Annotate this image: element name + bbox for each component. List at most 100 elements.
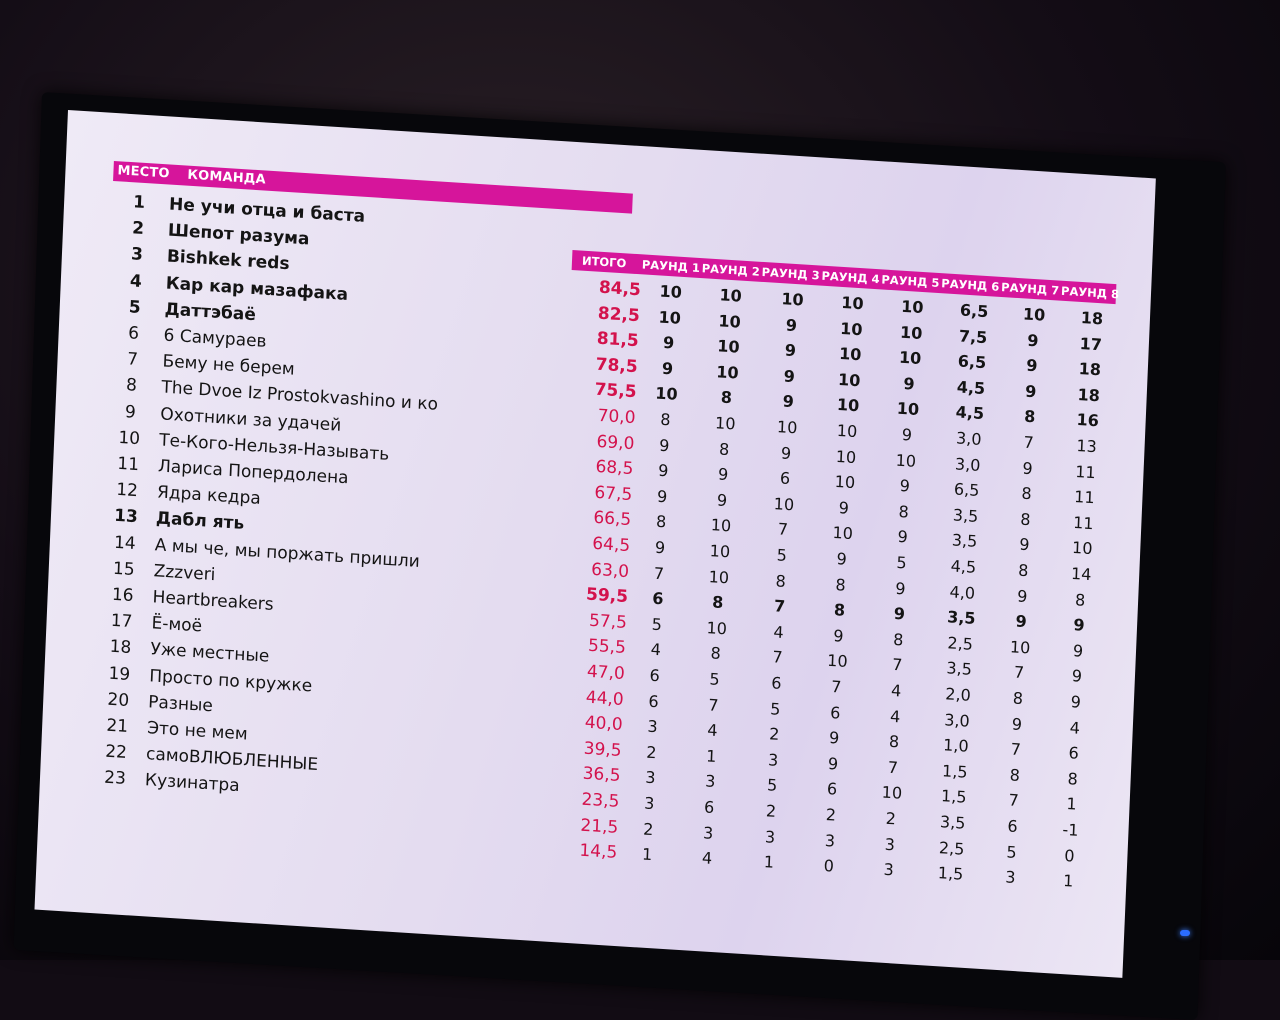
place-number: 19 (108, 663, 131, 685)
round-score: 9 (785, 315, 798, 335)
round-score: 8 (1012, 688, 1024, 709)
round-score: 5 (769, 698, 781, 719)
place-number: 14 (113, 532, 137, 554)
total-score: 23,5 (581, 789, 620, 812)
place-number: 17 (110, 610, 133, 633)
round-score: 7 (1023, 432, 1035, 453)
round-score: 9 (895, 578, 906, 599)
round-score: 6 (703, 797, 715, 817)
total-score: 81,5 (596, 328, 640, 352)
team-name: Zzzveri (153, 561, 216, 585)
team-name: Ядра кедра (156, 482, 262, 510)
round-score: 1,5 (941, 760, 968, 782)
round-score: 10 (836, 420, 858, 442)
round-score: 9 (1011, 714, 1023, 734)
round-score: 10 (1022, 304, 1046, 325)
tv-power-led (1180, 930, 1190, 936)
round-score: 1 (1066, 794, 1078, 815)
team-name: Дабл ять (155, 508, 245, 535)
round-score: 9 (1025, 355, 1038, 376)
place-number: 8 (125, 375, 138, 397)
round-score: 9 (662, 333, 675, 353)
round-score: 6,5 (957, 351, 987, 373)
round-score: 2 (885, 808, 897, 829)
place-number: 9 (124, 401, 137, 423)
round-score: 9 (1024, 381, 1037, 402)
round-score: 1,5 (940, 786, 967, 808)
round-score: 8 (775, 570, 787, 591)
round-score: 8 (1021, 483, 1033, 504)
round-score: 2,5 (938, 837, 965, 859)
round-score: 1 (641, 844, 653, 865)
round-score: 8 (711, 592, 724, 613)
round-score: 7 (891, 655, 903, 675)
round-score: 10 (708, 566, 730, 588)
round-score: 9 (1015, 611, 1028, 632)
round-score: 10 (834, 472, 856, 493)
round-score: 4,0 (949, 581, 976, 603)
round-score: 8 (1009, 765, 1021, 785)
round-score: 4 (706, 720, 718, 741)
round-score: 9 (658, 435, 670, 456)
round-score: 9 (1070, 692, 1082, 712)
round-score: 10 (881, 782, 903, 804)
team-name: Кузинатра (144, 770, 241, 797)
round-score: 8 (710, 643, 722, 664)
round-score: 18 (1080, 308, 1104, 329)
round-score: 3,0 (955, 428, 982, 450)
round-score: 8 (833, 600, 846, 620)
round-score: 2 (768, 724, 780, 745)
round-score: 1,5 (937, 863, 964, 884)
round-score: 6 (829, 702, 841, 723)
round-score: 9 (654, 537, 666, 558)
place-number: 11 (116, 453, 140, 476)
place-number: 6 (127, 323, 140, 344)
team-name: Даттэбаё (164, 299, 257, 325)
round-score: 6 (648, 691, 660, 711)
total-score: 21,5 (580, 815, 619, 838)
round-score: 9 (903, 373, 916, 394)
round-score: 7 (777, 519, 789, 540)
round-score: 10 (838, 344, 862, 365)
round-score: 3 (824, 830, 836, 851)
round-score: 6,5 (953, 479, 980, 501)
round-score: 8 (892, 629, 904, 650)
round-score: 8 (1074, 589, 1086, 610)
round-score: 18 (1077, 384, 1101, 406)
round-score: 0 (823, 856, 835, 876)
round-score: 3,0 (954, 453, 981, 475)
round-score: 3 (764, 826, 776, 847)
round-score: 6 (1068, 743, 1080, 763)
round-score: 9 (657, 460, 669, 481)
round-score: 7 (887, 757, 899, 778)
total-score: 57,5 (588, 610, 628, 633)
round-score: 2,5 (947, 633, 974, 654)
round-score: 1 (705, 746, 717, 766)
round-score: 9 (783, 366, 796, 386)
round-score: 10 (710, 515, 732, 536)
round-score: 3,5 (946, 607, 976, 629)
round-score: 3 (643, 793, 655, 814)
round-score: 9 (833, 625, 844, 646)
round-score: 10 (826, 651, 848, 672)
round-score: 18 (1078, 359, 1102, 380)
round-score: 6,5 (959, 300, 989, 322)
round-score: -1 (1062, 819, 1079, 840)
round-score: 9 (899, 476, 911, 496)
round-score: 8 (720, 387, 733, 408)
round-score: 6 (770, 673, 782, 693)
round-score: 9 (1073, 615, 1086, 636)
place-number: 20 (107, 689, 130, 711)
round-score: 6 (826, 779, 838, 800)
round-score: 2 (765, 801, 777, 821)
round-score: 9 (717, 464, 729, 485)
round-score: 10 (896, 399, 920, 420)
place-number: 21 (105, 715, 129, 737)
round-score: 7 (1013, 662, 1025, 683)
round-score: 7 (772, 647, 784, 668)
place-number: 12 (115, 479, 139, 502)
round-score: 7 (830, 677, 842, 697)
round-score: 5 (1006, 841, 1018, 862)
round-score: 10 (658, 307, 682, 328)
total-score: 68,5 (595, 457, 634, 480)
